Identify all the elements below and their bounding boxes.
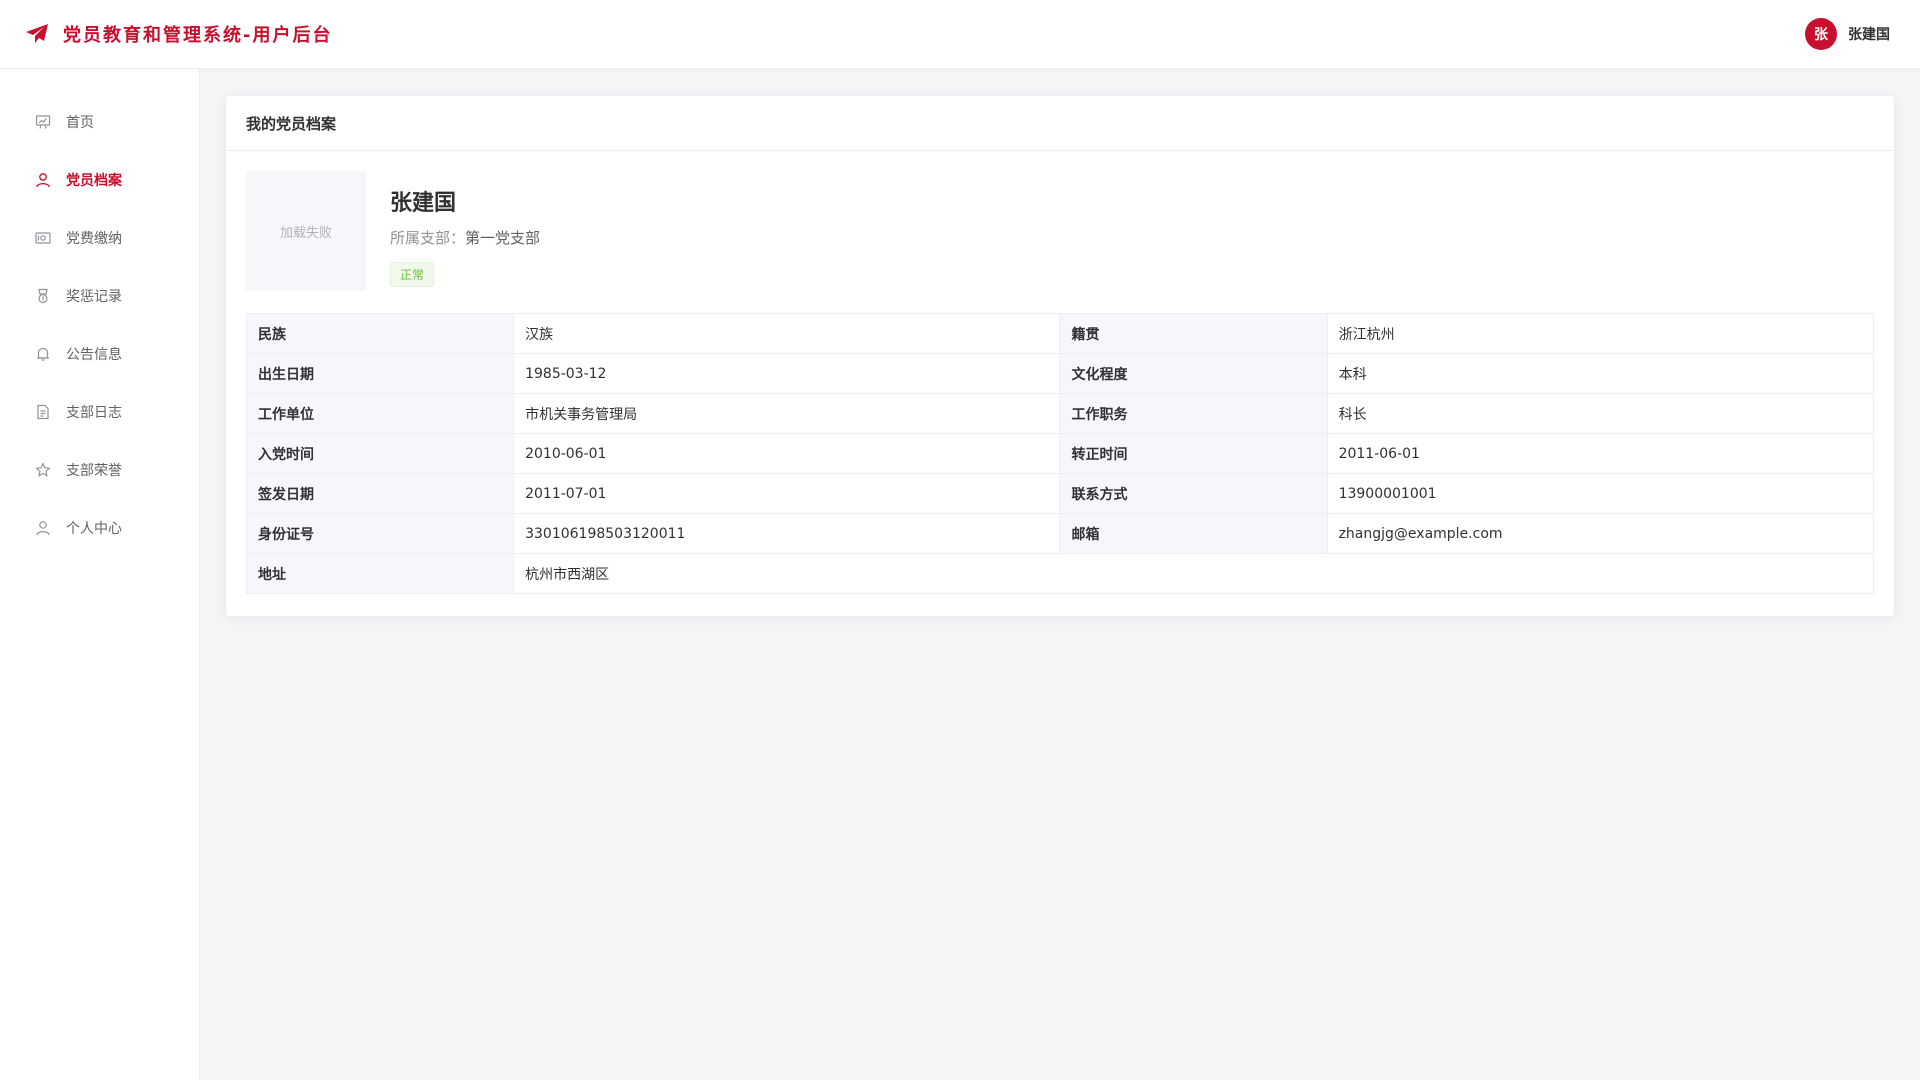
sidebar-item-label: 支部荣誉 <box>66 463 122 479</box>
card-body: 加载失败 张建国 所属支部：第一党支部 正常 民族 汉族 籍贯 浙江杭州 出生日… <box>226 151 1894 614</box>
sidebar-item-personal-center[interactable]: 个人中心 <box>0 499 199 557</box>
field-value: 汉族 <box>513 313 1061 354</box>
field-label: 邮箱 <box>1059 513 1328 554</box>
money-icon <box>34 229 52 247</box>
sidebar-item-label: 支部日志 <box>66 405 122 421</box>
sidebar-item-announcements[interactable]: 公告信息 <box>0 325 199 383</box>
field-label: 地址 <box>245 553 515 594</box>
sidebar-item-branch-log[interactable]: 支部日志 <box>0 383 199 441</box>
field-label: 工作单位 <box>245 393 515 434</box>
sidebar: 首页 党员档案 党费缴纳 奖惩记录 公告信息 支部日志 支部荣誉 个人中心 <box>0 69 200 1080</box>
sidebar-item-branch-honors[interactable]: 支部荣誉 <box>0 441 199 499</box>
field-value: 市机关事务管理局 <box>513 393 1061 434</box>
field-label: 工作职务 <box>1059 393 1328 434</box>
top-header: 党员教育和管理系统-用户后台 张 张建国 <box>0 0 1920 69</box>
profile-card: 我的党员档案 加载失败 张建国 所属支部：第一党支部 正常 民族 汉族 籍贯 浙… <box>225 95 1895 617</box>
presentation-icon <box>34 113 52 131</box>
field-value: 2010-06-01 <box>513 433 1061 474</box>
bell-icon <box>34 345 52 363</box>
profile-details-table: 民族 汉族 籍贯 浙江杭州 出生日期 1985-03-12 文化程度 本科 工作… <box>245 313 1875 594</box>
field-label: 签发日期 <box>245 473 515 514</box>
member-name: 张建国 <box>390 191 457 216</box>
sidebar-item-party-fees[interactable]: 党费缴纳 <box>0 209 199 267</box>
user-menu[interactable]: 张 张建国 <box>1805 18 1890 50</box>
field-value: 浙江杭州 <box>1326 313 1875 354</box>
app-title: 党员教育和管理系统-用户后台 <box>63 25 333 46</box>
profile-summary: 加载失败 张建国 所属支部：第一党支部 正常 <box>246 171 1874 291</box>
profile-info: 张建国 所属支部：第一党支部 正常 <box>390 171 540 287</box>
field-label: 联系方式 <box>1059 473 1328 514</box>
table-row: 身份证号 330106198503120011 邮箱 zhangjg@examp… <box>245 513 1875 554</box>
sidebar-item-label: 党费缴纳 <box>66 231 122 247</box>
table-row: 地址 杭州市西湖区 <box>245 553 1874 594</box>
field-value: 1985-03-12 <box>513 353 1061 394</box>
sidebar-item-label: 党员档案 <box>66 173 122 189</box>
field-label: 籍贯 <box>1059 313 1328 354</box>
field-label: 入党时间 <box>245 433 515 474</box>
field-value: 330106198503120011 <box>513 513 1061 554</box>
status-badge: 正常 <box>390 262 435 287</box>
field-label: 民族 <box>245 313 515 354</box>
branch-label: 所属支部： <box>390 229 466 247</box>
field-value: 2011-06-01 <box>1326 433 1875 474</box>
table-row: 签发日期 2011-07-01 联系方式 13900001001 <box>245 473 1875 514</box>
field-value: 2011-07-01 <box>513 473 1061 514</box>
field-value: zhangjg@example.com <box>1326 513 1875 554</box>
user-icon <box>34 519 52 537</box>
sidebar-item-rewards-records[interactable]: 奖惩记录 <box>0 267 199 325</box>
field-value: 杭州市西湖区 <box>513 553 1874 594</box>
sidebar-item-member-profile[interactable]: 党员档案 <box>0 151 199 209</box>
branch-value: 第一党支部 <box>465 229 541 247</box>
table-row: 出生日期 1985-03-12 文化程度 本科 <box>245 353 1875 394</box>
profile-photo: 加载失败 <box>246 171 366 291</box>
sidebar-item-home[interactable]: 首页 <box>0 93 199 151</box>
table-row: 入党时间 2010-06-01 转正时间 2011-06-01 <box>245 433 1875 474</box>
sidebar-item-label: 公告信息 <box>66 347 122 363</box>
card-title: 我的党员档案 <box>226 96 1894 151</box>
user-icon <box>34 171 52 189</box>
medal-icon <box>34 287 52 305</box>
field-label: 身份证号 <box>245 513 515 554</box>
sidebar-item-label: 奖惩记录 <box>66 289 122 305</box>
field-label: 文化程度 <box>1059 353 1328 394</box>
member-branch: 所属支部：第一党支部 <box>390 227 540 248</box>
field-value: 科长 <box>1326 393 1875 434</box>
avatar[interactable]: 张 <box>1805 18 1837 50</box>
user-name[interactable]: 张建国 <box>1848 24 1890 44</box>
document-icon <box>34 403 52 421</box>
field-label: 出生日期 <box>245 353 515 394</box>
brand[interactable]: 党员教育和管理系统-用户后台 <box>25 21 332 47</box>
table-row: 工作单位 市机关事务管理局 工作职务 科长 <box>245 393 1875 434</box>
star-icon <box>34 461 52 479</box>
table-row: 民族 汉族 籍贯 浙江杭州 <box>245 313 1875 354</box>
sidebar-item-label: 个人中心 <box>66 521 122 537</box>
field-label: 转正时间 <box>1059 433 1328 474</box>
field-value: 本科 <box>1326 353 1875 394</box>
field-value: 13900001001 <box>1326 473 1875 514</box>
sidebar-item-label: 首页 <box>66 115 94 131</box>
paper-plane-icon <box>25 22 49 46</box>
